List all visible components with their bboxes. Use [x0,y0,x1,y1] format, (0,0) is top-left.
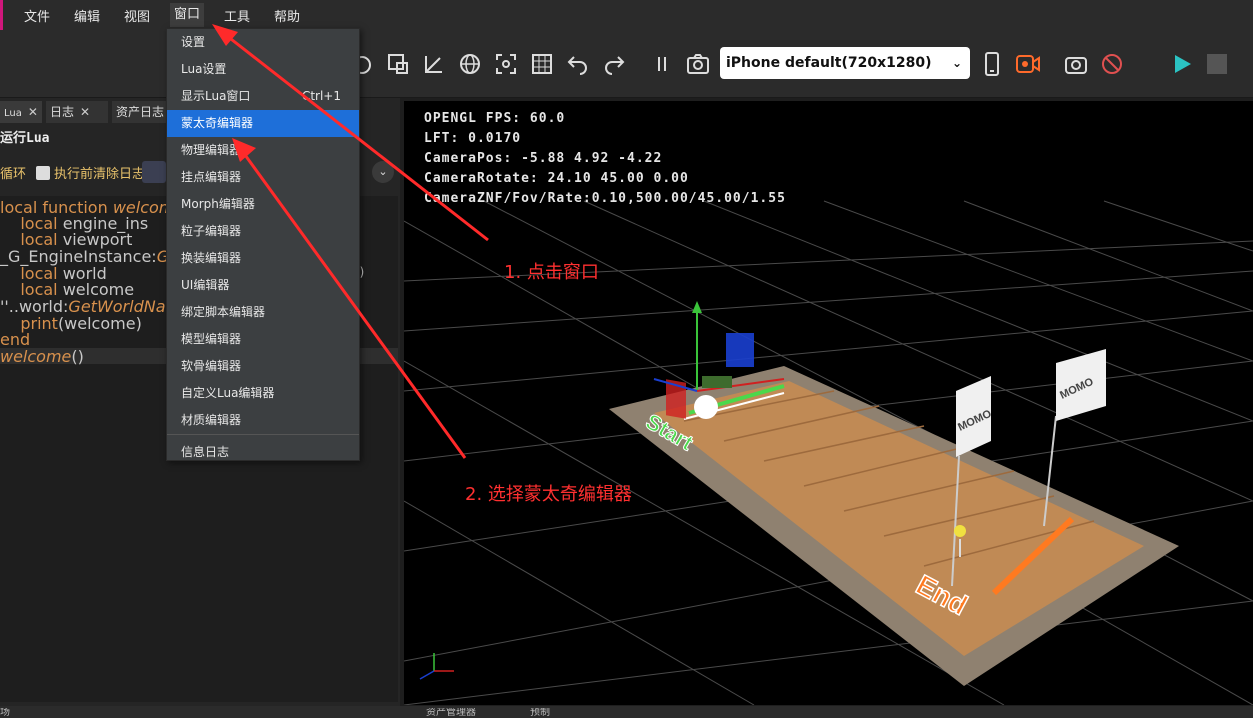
globe-icon[interactable] [458,52,482,76]
clear-log-checkbox[interactable] [36,166,51,180]
stat-camera-pos: CameraPos: -5.88 4.92 -4.22 [424,151,663,166]
annotation-step-1: 1. 点击窗口 [504,262,599,283]
menu-item-label: 粒子编辑器 [181,224,242,238]
scene-viewport[interactable]: Start MOMO MOMO End OPENGL FPS: 60.0 LFT… [404,101,1253,705]
menu-item-5[interactable]: 挂点编辑器 [167,164,359,191]
window-menu-dropdown: 设置 Lua设置显示Lua窗口 Ctrl+1 蒙太奇编辑器 物理编辑器挂点编辑器 Morp… [166,28,360,461]
menu-item-label: 模型编辑器 [181,332,242,346]
menu-item-label: Lua设置 [181,62,227,76]
menu-item-label: 软骨编辑器 [181,359,242,373]
menu-item-label: 信息日志 [181,445,230,459]
run-lua-title: 运行Lua [0,131,50,146]
device-select-value: iPhone default(720x1280) [726,55,932,71]
chevron-down-icon: ⌄ [951,56,962,70]
code-line: _G_EngineInstance:Get [0,249,185,265]
record-icon[interactable] [1016,52,1040,76]
menu-item-1[interactable]: Lua设置 [167,56,359,83]
loop-label: 循环 [0,167,27,182]
menu-item-0[interactable]: 设置 [167,29,359,56]
stat-lft: LFT: 0.0170 [424,131,522,146]
menu-item-label: 挂点编辑器 [181,170,242,184]
menu-item-3[interactable]: 蒙太奇编辑器 [167,110,359,137]
bottom-tab-prefab[interactable]: 预制 [530,708,550,718]
menu-view[interactable]: 视图 [124,6,150,25]
menu-item-9[interactable]: UI编辑器 [167,272,359,299]
code-token: (welcome) [57,314,142,333]
grid-icon[interactable] [530,52,554,76]
bottom-tab-asset-manager[interactable]: 资产管理器 [426,708,476,718]
clear-log-label: 执行前清除日志 [54,167,146,182]
menu-item-label: 蒙太奇编辑器 [181,116,254,130]
menu-item-11[interactable]: 模型编辑器 [167,326,359,353]
frame-icon[interactable] [386,52,410,76]
screenshot-icon[interactable] [1064,52,1088,76]
annotation-step-2: 2. 选择蒙太奇编辑器 [465,484,632,505]
menu-item-label: 材质编辑器 [181,413,242,427]
tab-lua[interactable]: Lua ✕ [0,101,42,123]
tab-asset-log-label: 资产日志 [116,105,165,119]
render-stats: OPENGL FPS: 60.0 LFT: 0.0170 CameraPos: … [424,111,786,211]
stat-camera-rotate: CameraRotate: 24.10 45.00 0.00 [424,171,689,186]
code-line: end [0,332,30,348]
focus-icon[interactable] [494,52,518,76]
menu-window[interactable]: 窗口 [170,3,205,27]
menu-item-label: 设置 [181,35,206,49]
menu-item-label: 换装编辑器 [181,251,242,265]
menu-item-15[interactable]: 信息日志 [167,439,359,466]
menu-item-label: 绑定脚本编辑器 [181,305,266,319]
tab-log-label: 日志 [50,105,75,119]
menu-separator [167,434,359,435]
redo-icon[interactable] [602,52,626,76]
menu-item-14[interactable]: 材质编辑器 [167,407,359,434]
menu-item-7[interactable]: 粒子编辑器 [167,218,359,245]
menu-item-4[interactable]: 物理编辑器 [167,137,359,164]
code-token: () [71,347,84,366]
stat-fps: OPENGL FPS: 60.0 [424,111,566,126]
menu-item-label: UI编辑器 [181,278,230,292]
menu-item-shortcut: Ctrl+1 [301,89,341,103]
code-token: welcome [0,347,72,366]
menu-file[interactable]: 文件 [24,6,50,25]
run-button[interactable] [142,161,166,183]
collapse-icon[interactable]: ⌄ [372,161,394,183]
bottom-panel-bar [0,706,1253,718]
device-select[interactable]: iPhone default(720x1280) ⌄ [720,47,970,79]
code-line: local welcome [0,282,134,298]
app-logo [0,0,3,30]
block-icon[interactable] [1100,52,1124,76]
menu-help[interactable]: 帮助 [274,6,300,25]
undo-icon[interactable] [566,52,590,76]
menu-item-label: 自定义Lua编辑器 [181,386,275,400]
phone-icon[interactable] [980,52,1004,76]
code-line: ''..world:GetWorldNam [0,299,181,315]
options-row: 循环 执行前清除日志 [0,163,145,182]
menu-edit[interactable]: 编辑 [74,6,100,25]
tab-log[interactable]: 日志 ✕ [46,101,108,123]
camera-icon[interactable] [686,52,710,76]
bottom-tab-scene[interactable]: 场 [0,708,10,718]
menu-item-label: 显示Lua窗口 [181,89,251,103]
menu-item-label: Morph编辑器 [181,197,255,211]
code-line: local viewport [0,232,132,248]
menu-item-13[interactable]: 自定义Lua编辑器 [167,380,359,407]
tab-lua-label: Lua [4,108,22,119]
menu-item-6[interactable]: Morph编辑器 [167,191,359,218]
menu-bar: 文件 编辑 视图 窗口 工具 帮助 [0,0,1253,30]
menu-item-10[interactable]: 绑定脚本编辑器 [167,299,359,326]
menu-tools[interactable]: 工具 [224,6,250,25]
play-icon[interactable] [1170,52,1194,76]
pause-icon[interactable] [650,52,674,76]
menu-item-label: 物理编辑器 [181,143,242,157]
tab-asset-log[interactable]: 资产日志 [112,101,168,123]
code-line: welcome() [0,349,84,365]
menu-item-2[interactable]: 显示Lua窗口 Ctrl+1 [167,83,359,110]
axis-icon[interactable] [422,52,446,76]
menu-item-12[interactable]: 软骨编辑器 [167,353,359,380]
menu-item-8[interactable]: 换装编辑器 [167,245,359,272]
stat-camera-znf: CameraZNF/Fov/Rate:0.10,500.00/45.00/1.5… [424,191,786,206]
stop-icon[interactable] [1205,52,1229,76]
close-icon[interactable]: ✕ [80,105,90,119]
close-icon[interactable]: ✕ [28,105,38,119]
